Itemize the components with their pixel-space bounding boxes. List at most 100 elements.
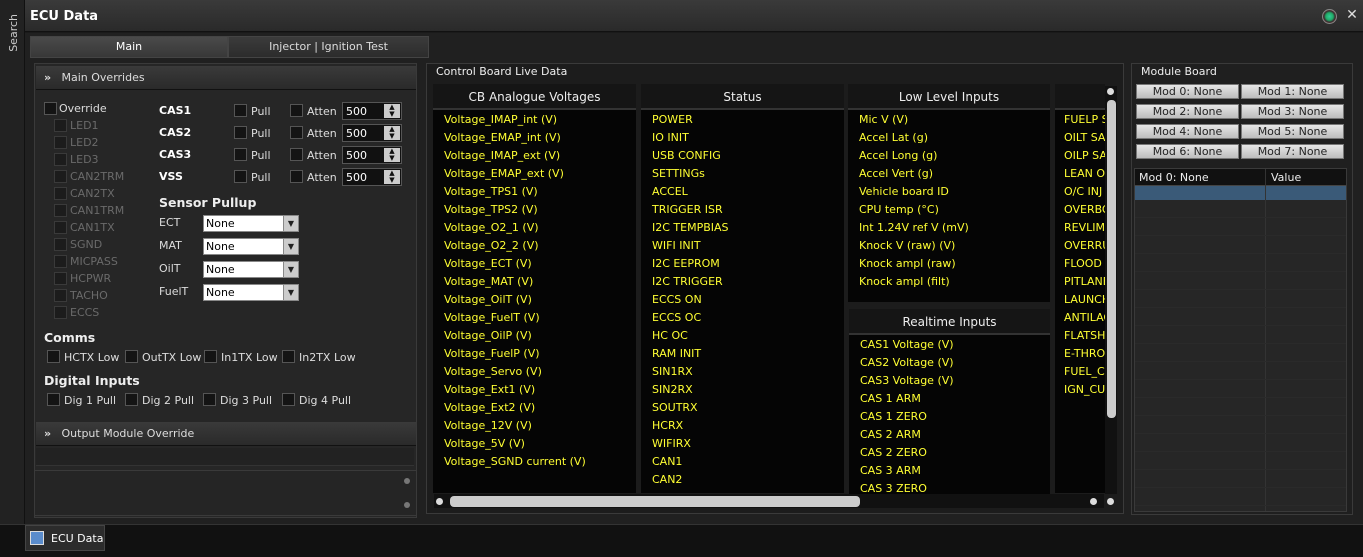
chevron-down-icon[interactable]: ▼ — [283, 262, 298, 277]
main-overrides-header[interactable]: » Main Overrides — [36, 66, 416, 90]
cas-value-spinner[interactable]: 500 ▲ ▼ — [342, 168, 402, 186]
module-button[interactable]: Mod 5: None — [1241, 124, 1344, 139]
module-button[interactable]: Mod 1: None — [1241, 84, 1344, 99]
pull-checkbox[interactable] — [234, 104, 247, 117]
digital-input-checkbox[interactable] — [125, 393, 138, 406]
atten-checkbox[interactable] — [290, 170, 303, 183]
status-gauge-icon[interactable] — [1322, 9, 1337, 24]
live-data-row: Knock V (raw) (V) — [859, 239, 956, 252]
module-button[interactable]: Mod 6: None — [1136, 144, 1239, 159]
module-grid-row[interactable] — [1135, 434, 1346, 452]
scroll-left-icon[interactable] — [436, 498, 443, 505]
module-grid-row[interactable] — [1135, 326, 1346, 344]
close-icon[interactable]: ✕ — [1343, 6, 1361, 24]
module-button[interactable]: Mod 7: None — [1241, 144, 1344, 159]
module-button[interactable]: Mod 4: None — [1136, 124, 1239, 139]
comms-checkbox[interactable] — [282, 350, 295, 363]
module-board-title: Module Board — [1141, 65, 1217, 78]
module-grid-row[interactable] — [1135, 272, 1346, 290]
search-sidebar[interactable]: Search — [0, 0, 25, 557]
pull-checkbox[interactable] — [234, 170, 247, 183]
module-button[interactable]: Mod 0: None — [1136, 84, 1239, 99]
override-label: Override — [59, 102, 107, 115]
output-module-override-header[interactable]: » Output Module Override — [36, 422, 416, 446]
module-grid-row[interactable] — [1135, 470, 1346, 488]
module-grid-row[interactable] — [1135, 488, 1346, 506]
comms-checkbox[interactable] — [204, 350, 217, 363]
spinner-arrows-icon[interactable]: ▲ ▼ — [384, 170, 400, 184]
atten-checkbox[interactable] — [290, 148, 303, 161]
override-item-label: CAN1TRM — [70, 204, 125, 217]
pull-label: Pull — [251, 127, 271, 140]
module-grid-row[interactable] — [1135, 218, 1346, 236]
live-data-row: Vehicle board ID — [859, 185, 949, 198]
sensor-pullup-select[interactable]: None ▼ — [203, 284, 299, 301]
chevron-down-icon[interactable]: ▼ — [283, 216, 298, 231]
sensor-pullup-select[interactable]: None ▼ — [203, 238, 299, 255]
cas-value-spinner[interactable]: 500 ▲ ▼ — [342, 102, 402, 120]
spinner-arrows-icon[interactable]: ▲ ▼ — [384, 148, 400, 162]
module-button[interactable]: Mod 2: None — [1136, 104, 1239, 119]
module-grid-row[interactable] — [1135, 254, 1346, 272]
scroll-dot-icon[interactable] — [404, 478, 410, 484]
digital-input-checkbox[interactable] — [47, 393, 60, 406]
vertical-scroll-thumb[interactable] — [1107, 100, 1116, 418]
override-item-checkbox[interactable] — [54, 238, 67, 251]
module-grid-selected-row[interactable] — [1135, 186, 1346, 200]
pull-checkbox[interactable] — [234, 126, 247, 139]
sensor-pullup-select[interactable]: None ▼ — [203, 261, 299, 278]
scroll-down-icon[interactable] — [1107, 498, 1114, 505]
module-grid-row[interactable] — [1135, 398, 1346, 416]
live-data-row: Voltage_TPS2 (V) — [444, 203, 538, 216]
module-grid-row[interactable] — [1135, 344, 1346, 362]
spinner-arrows-icon[interactable]: ▲ ▼ — [384, 126, 400, 140]
tab-main[interactable]: Main — [30, 36, 228, 58]
scroll-up-icon[interactable] — [1107, 88, 1114, 95]
atten-checkbox[interactable] — [290, 126, 303, 139]
module-grid-row[interactable] — [1135, 200, 1346, 218]
digital-input-checkbox[interactable] — [282, 393, 295, 406]
atten-checkbox[interactable] — [290, 104, 303, 117]
horizontal-scroll-thumb[interactable] — [450, 496, 860, 507]
chevron-down-icon[interactable]: ▼ — [283, 285, 298, 300]
override-item-checkbox[interactable] — [54, 136, 67, 149]
comms-checkbox[interactable] — [125, 350, 138, 363]
override-item-checkbox[interactable] — [54, 289, 67, 302]
chevron-down-icon[interactable]: ▼ — [283, 239, 298, 254]
digital-input-checkbox[interactable] — [203, 393, 216, 406]
comms-checkbox[interactable] — [47, 350, 60, 363]
taskbar-item-ecu-data[interactable]: ECU Data — [25, 525, 105, 551]
override-item-checkbox[interactable] — [54, 187, 67, 200]
override-item-checkbox[interactable] — [54, 221, 67, 234]
module-grid-row[interactable] — [1135, 362, 1346, 380]
scroll-dot-icon[interactable] — [404, 502, 410, 508]
live-data-row: CAN1 — [652, 455, 683, 468]
cas-value-spinner[interactable]: 500 ▲ ▼ — [342, 146, 402, 164]
pull-checkbox[interactable] — [234, 148, 247, 161]
sensor-pullup-select[interactable]: None ▼ — [203, 215, 299, 232]
override-item-checkbox[interactable] — [54, 306, 67, 319]
override-item-checkbox[interactable] — [54, 119, 67, 132]
override-item-label: CAN2TRM — [70, 170, 125, 183]
search-label[interactable]: Search — [7, 14, 20, 52]
spinner-arrows-icon[interactable]: ▲ ▼ — [384, 104, 400, 118]
override-item-checkbox[interactable] — [54, 204, 67, 217]
override-item-checkbox[interactable] — [54, 170, 67, 183]
override-item-checkbox[interactable] — [54, 272, 67, 285]
module-grid-row[interactable] — [1135, 236, 1346, 254]
override-item-checkbox[interactable] — [54, 153, 67, 166]
cas-value-spinner[interactable]: 500 ▲ ▼ — [342, 124, 402, 142]
module-grid-row[interactable] — [1135, 290, 1346, 308]
override-item-checkbox[interactable] — [54, 255, 67, 268]
module-grid-row[interactable] — [1135, 416, 1346, 434]
module-grid-row[interactable] — [1135, 308, 1346, 326]
live-data-row: CAS 3 ARM — [860, 464, 921, 477]
scroll-right-icon[interactable] — [1090, 498, 1097, 505]
module-button[interactable]: Mod 3: None — [1241, 104, 1344, 119]
override-item-label: HCPWR — [70, 272, 112, 285]
override-checkbox[interactable] — [44, 102, 57, 115]
module-grid-row[interactable] — [1135, 380, 1346, 398]
module-grid-row[interactable] — [1135, 452, 1346, 470]
tab-injector-ignition-test[interactable]: Injector | Ignition Test — [228, 36, 429, 58]
live-data-row: Accel Long (g) — [859, 149, 938, 162]
